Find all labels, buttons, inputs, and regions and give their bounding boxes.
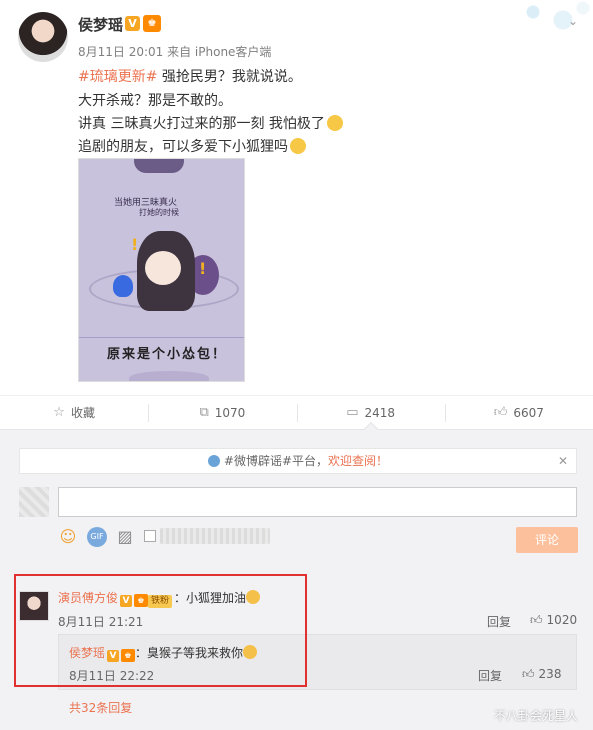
image-blue-fire bbox=[113, 275, 133, 297]
notice-text: #微博辟谣#平台， bbox=[223, 454, 329, 468]
image-top-figure bbox=[134, 159, 184, 173]
image-bottom-figure bbox=[129, 371, 209, 381]
scared-emoji-icon bbox=[326, 115, 343, 131]
comment-count: 2418 bbox=[364, 405, 396, 420]
repost-count: 1070 bbox=[214, 405, 246, 420]
weibo-post: ⌄ 侯梦瑶 V ♚ 8月11日 20:01 来自 iPhone客户端 #琉璃更新… bbox=[0, 0, 593, 395]
more-replies-link[interactable]: 共32条回复 bbox=[69, 699, 132, 716]
post-meta: 8月11日 20:01 来自 iPhone客户端 bbox=[78, 45, 272, 59]
comment-input[interactable] bbox=[58, 487, 577, 517]
comment-like-count: 1020 bbox=[546, 613, 578, 627]
post-text: 强抢民男？我就说说。 bbox=[157, 69, 302, 85]
image-caption-bottom: 原来是个小怂包！ bbox=[107, 347, 228, 362]
gif-icon[interactable]: GIF bbox=[87, 527, 107, 547]
level-badge-icon: ♚ bbox=[143, 15, 161, 32]
submit-comment-button[interactable]: 评论 bbox=[516, 527, 578, 553]
comment-like-button[interactable]: 👍︎ 1020 bbox=[530, 613, 577, 628]
post-line-2: 大开杀戒？那是不敢的。 bbox=[78, 93, 232, 109]
post-image[interactable]: 当她用三昧真火 打她的时候 ! ! 原来是个小怂包！ bbox=[78, 158, 245, 382]
action-bar: ☆ 收藏 ⧉ 1070 ▭ 2418 👍︎ 6607 bbox=[0, 395, 593, 429]
image-exclamation: ! bbox=[131, 235, 139, 254]
reply-button[interactable]: 回复 bbox=[478, 667, 502, 684]
close-icon[interactable]: ✕ bbox=[558, 449, 568, 473]
post-line-3: 讲真 三昧真火打过来的那一刻 我怕极了 bbox=[78, 113, 343, 133]
thumbs-up-icon: 👍︎ bbox=[493, 405, 508, 420]
post-text: 讲真 三昧真火打过来的那一刻 我怕极了 bbox=[78, 116, 325, 132]
comment-icon: ▭ bbox=[346, 405, 359, 420]
image-divider bbox=[79, 337, 244, 338]
highlight-box bbox=[14, 574, 307, 687]
verified-icon: V bbox=[125, 16, 140, 31]
author-name[interactable]: 侯梦瑶 bbox=[78, 14, 123, 35]
my-avatar bbox=[19, 487, 49, 517]
favorite-button[interactable]: ☆ 收藏 bbox=[0, 396, 148, 429]
watermark: 不八卦会死星人 bbox=[494, 709, 579, 723]
like-count: 6607 bbox=[513, 405, 544, 420]
repost-button[interactable]: ⧉ 1070 bbox=[148, 396, 296, 429]
emoji-icon[interactable]: ☺ bbox=[58, 527, 78, 547]
pleading-emoji-icon bbox=[290, 138, 306, 154]
star-icon: ☆ bbox=[53, 405, 65, 420]
hash-icon bbox=[207, 455, 220, 467]
reply-like-count: 238 bbox=[538, 667, 562, 681]
chevron-down-icon[interactable]: ⌄ bbox=[568, 14, 578, 28]
favorite-label: 收藏 bbox=[70, 406, 95, 420]
repost-checkbox[interactable] bbox=[144, 530, 156, 542]
notice-link[interactable]: 欢迎查阅！ bbox=[328, 454, 388, 468]
thumbs-up-icon: 👍︎ bbox=[522, 667, 535, 681]
reply-like-button[interactable]: 👍︎ 238 bbox=[522, 667, 561, 682]
blurred-option-label bbox=[160, 528, 270, 544]
reply-button[interactable]: 回复 bbox=[487, 613, 511, 630]
post-text: 追剧的朋友，可以多爱下小狐狸吗 bbox=[78, 139, 288, 155]
repost-icon: ⧉ bbox=[199, 405, 209, 420]
image-icon[interactable]: ▨ bbox=[115, 527, 135, 547]
like-button[interactable]: 👍︎ 6607 bbox=[444, 396, 593, 429]
author-avatar[interactable] bbox=[18, 12, 68, 62]
rumor-notice: #微博辟谣#平台，欢迎查阅！ ✕ bbox=[19, 448, 577, 474]
image-character-face bbox=[145, 251, 181, 285]
post-line-1: #琉璃更新# 强抢民男？我就说说。 bbox=[78, 66, 302, 86]
image-exclamation: ! bbox=[199, 259, 207, 278]
topic-tag-link[interactable]: #琉璃更新# bbox=[78, 69, 157, 85]
image-caption-sub: 打她的时候 bbox=[139, 208, 179, 217]
header-decoration bbox=[503, 0, 593, 40]
post-line-4: 追剧的朋友，可以多爱下小狐狸吗 bbox=[78, 136, 306, 156]
thumbs-up-icon: 👍︎ bbox=[530, 613, 543, 627]
